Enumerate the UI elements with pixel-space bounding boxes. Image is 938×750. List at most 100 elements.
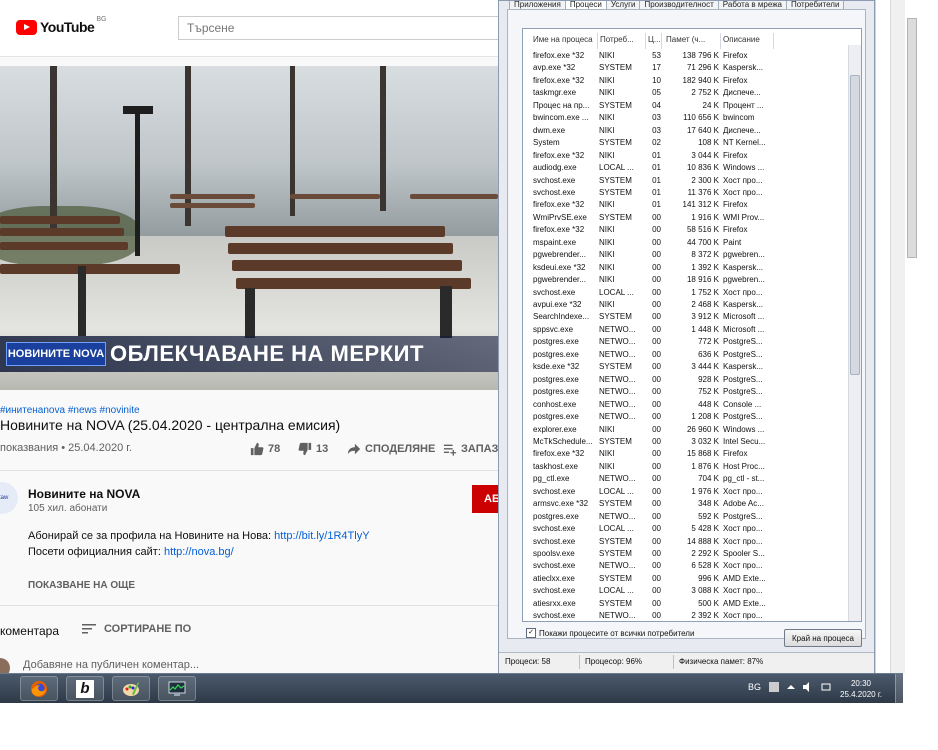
taskbar-firefox[interactable]: [20, 676, 58, 701]
process-row[interactable]: svchost.exe LOCAL ... 00 1 752 K Хост про...: [523, 287, 849, 299]
process-row[interactable]: audiodg.exe LOCAL ... 01 10 836 K Windows ..…: [523, 162, 849, 174]
process-row[interactable]: WmiPrvSE.exe SYSTEM 00 1 916 K WMI Prov...: [523, 212, 849, 224]
description-link[interactable]: http://bit.ly/1R4TlyY: [274, 530, 369, 542]
comment-input[interactable]: Добавяне на публичен коментар...: [23, 659, 199, 671]
clock[interactable]: 20:30 25.4.2020 г.: [840, 678, 882, 700]
process-row[interactable]: dwm.exe NIKI 03 17 640 K Диспече...: [523, 125, 849, 137]
process-row[interactable]: firefox.exe *32 NIKI 10 182 940 K Firefox: [523, 75, 849, 87]
process-row[interactable]: firefox.exe *32 NIKI 00 58 516 K Firefox: [523, 224, 849, 236]
process-row[interactable]: McTkSchedule... SYSTEM 00 3 032 K Intel Secu…: [523, 436, 849, 448]
process-row[interactable]: bwincom.exe ... NIKI 03 110 656 K bwincom: [523, 112, 849, 124]
comments-count: коментара: [0, 624, 59, 638]
process-description: PostgreS...: [723, 387, 763, 397]
save-button[interactable]: ЗАПАЗВ: [443, 442, 498, 456]
website-link[interactable]: http://nova.bg/: [164, 546, 234, 558]
dislike-button[interactable]: 13: [298, 442, 328, 456]
process-row[interactable]: pg_ctl.exe NETWO... 00 704 K pg_ctl - st...: [523, 473, 849, 485]
sort-comments-button[interactable]: СОРТИРАНЕ ПО: [82, 623, 191, 635]
process-row[interactable]: svchost.exe SYSTEM 00 14 888 K Хост про...: [523, 536, 849, 548]
process-row[interactable]: armsvc.exe *32 SYSTEM 00 348 K Adobe Ac...: [523, 498, 849, 510]
process-row[interactable]: ksdeui.exe *32 NIKI 00 1 392 K Kaspersk...: [523, 262, 849, 274]
process-row[interactable]: svchost.exe NETWO... 00 6 528 K Хост про...: [523, 560, 849, 572]
process-row[interactable]: SearchIndexe... SYSTEM 00 3 912 K Microsoft …: [523, 311, 849, 323]
video-shrubs: [0, 206, 140, 266]
show-desktop-button[interactable]: [895, 674, 904, 703]
process-memory: 182 940 K: [682, 75, 719, 85]
process-row[interactable]: pgwebrender... NIKI 00 8 372 K pgwebren...: [523, 249, 849, 261]
process-description: Spooler S...: [723, 549, 765, 558]
process-row[interactable]: postgres.exe NETWO... 00 1 208 K PostgreS...: [523, 411, 849, 423]
process-row[interactable]: postgres.exe NETWO... 00 752 K PostgreS...: [523, 386, 849, 398]
end-process-button[interactable]: Край на процеса: [784, 629, 862, 647]
process-row[interactable]: firefox.exe *32 NIKI 01 3 044 K Firefox: [523, 150, 849, 162]
process-row[interactable]: avpui.exe *32 NIKI 00 2 468 K Kaspersk...: [523, 299, 849, 311]
youtube-logo[interactable]: YouTube BG: [16, 16, 106, 35]
process-list-scrollbar[interactable]: [848, 45, 861, 621]
process-row[interactable]: spoolsv.exe SYSTEM 00 2 292 K Spooler S...: [523, 548, 849, 560]
process-row[interactable]: svchost.exe LOCAL ... 00 3 088 K Хост про...: [523, 585, 849, 597]
process-memory: 500 K: [698, 598, 719, 608]
show-more-button[interactable]: ПОКАЗВАНЕ НА ОЩЕ: [28, 580, 135, 591]
column-separator[interactable]: [597, 33, 598, 49]
process-row[interactable]: ksde.exe *32 SYSTEM 00 3 444 K Kaspersk...: [523, 361, 849, 373]
process-row[interactable]: svchost.exe SYSTEM 01 2 300 K Хост про...: [523, 175, 849, 187]
show-all-users-checkbox[interactable]: ✓ Покажи процесите от всички потребители: [526, 628, 694, 638]
background-scrollbar[interactable]: [890, 0, 917, 673]
process-row[interactable]: atieclxx.exe SYSTEM 00 996 K AMD Exte...: [523, 573, 849, 585]
process-row[interactable]: firefox.exe *32 NIKI 01 141 312 K Firefox: [523, 199, 849, 211]
share-button[interactable]: СПОДЕЛЯНЕ: [347, 442, 435, 456]
scrollbar-thumb[interactable]: [907, 18, 917, 258]
search-input[interactable]: Търсене: [178, 16, 498, 40]
process-name: ksdeui.exe *32: [533, 262, 586, 272]
process-row[interactable]: firefox.exe *32 NIKI 00 15 868 K Firefox: [523, 448, 849, 460]
video-player[interactable]: НОВИНИТЕ NOVA ОБЛЕКЧАВАНЕ НА МЕРКИТ: [0, 66, 498, 390]
flag-icon[interactable]: [769, 682, 780, 692]
channel-name[interactable]: Новините на NOVA: [28, 487, 140, 501]
process-description: Firefox: [723, 200, 748, 210]
process-row[interactable]: mspaint.exe NIKI 00 44 700 K Paint: [523, 237, 849, 249]
process-user: SYSTEM: [599, 100, 632, 110]
process-row[interactable]: postgres.exe NETWO... 00 928 K PostgreS...: [523, 374, 849, 386]
process-row[interactable]: avp.exe *32 SYSTEM 17 71 296 K Kaspersk...: [523, 62, 849, 74]
column-separator[interactable]: [645, 33, 646, 49]
scrollbar-thumb[interactable]: [850, 75, 860, 375]
process-row[interactable]: atiesrxx.exe SYSTEM 00 500 K AMD Exte...: [523, 598, 849, 610]
taskbar-paint[interactable]: [112, 676, 150, 701]
process-row[interactable]: taskhost.exe NIKI 00 1 876 K Host Proc...: [523, 461, 849, 473]
column-cpu[interactable]: Ц...: [648, 35, 661, 44]
taskbar-app-b[interactable]: b: [66, 676, 104, 701]
process-row[interactable]: sppsvc.exe NETWO... 00 1 448 K Microsoft ...: [523, 324, 849, 336]
process-row[interactable]: svchost.exe LOCAL ... 00 5 428 K Хост про...: [523, 523, 849, 535]
process-user: SYSTEM: [599, 212, 632, 222]
like-button[interactable]: 78: [250, 442, 280, 456]
network-icon[interactable]: [821, 682, 831, 692]
column-separator[interactable]: [720, 33, 721, 49]
column-user[interactable]: Потреб...: [600, 35, 634, 44]
show-hidden-icons[interactable]: [787, 683, 796, 691]
process-row[interactable]: pgwebrender... NIKI 00 18 916 K pgwebren...: [523, 274, 849, 286]
column-image-name[interactable]: Име на процеса: [533, 35, 593, 44]
language-indicator[interactable]: BG: [748, 682, 761, 692]
column-separator[interactable]: [661, 33, 662, 49]
process-row[interactable]: explorer.exe NIKI 00 26 960 K Windows ...: [523, 424, 849, 436]
column-memory[interactable]: Памет (ч...: [666, 35, 705, 44]
channel-avatar[interactable]: ntaw: [0, 482, 18, 514]
process-row[interactable]: conhost.exe NETWO... 00 448 K Console ...: [523, 399, 849, 411]
process-row[interactable]: taskmgr.exe NIKI 05 2 752 K Диспече...: [523, 87, 849, 99]
process-row[interactable]: postgres.exe NETWO... 00 636 K PostgreS...: [523, 349, 849, 361]
subscribe-button[interactable]: АБ: [472, 485, 498, 513]
volume-icon[interactable]: [803, 682, 813, 692]
video-hashtags[interactable]: #инитенаnova #news #novinite: [0, 405, 140, 416]
process-row[interactable]: postgres.exe NETWO... 00 772 K PostgreS...: [523, 336, 849, 348]
process-row[interactable]: Процес на пр... SYSTEM 04 24 K Процент ...: [523, 100, 849, 112]
process-row[interactable]: svchost.exe NETWO... 00 2 392 K Хост про...: [523, 610, 849, 621]
process-row[interactable]: System SYSTEM 02 108 K NT Kernel...: [523, 137, 849, 149]
process-row[interactable]: firefox.exe *32 NIKI 53 138 796 K Firefox: [523, 50, 849, 62]
process-row[interactable]: svchost.exe SYSTEM 01 11 376 K Хост про...: [523, 187, 849, 199]
process-memory: 110 656 K: [683, 113, 719, 123]
process-row[interactable]: postgres.exe NETWO... 00 592 K PostgreS...: [523, 511, 849, 523]
column-description[interactable]: Описание: [723, 35, 760, 44]
process-row[interactable]: svchost.exe LOCAL ... 00 1 976 K Хост про...: [523, 486, 849, 498]
column-separator[interactable]: [773, 33, 774, 49]
taskbar-task-manager[interactable]: [158, 676, 196, 701]
